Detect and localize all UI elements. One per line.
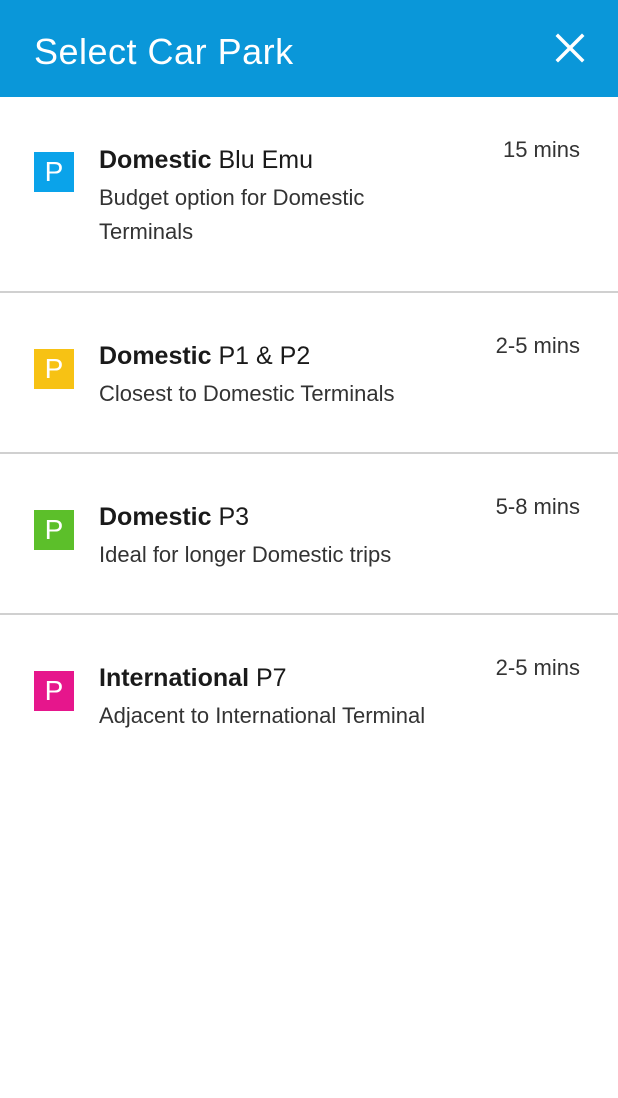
car-park-name-bold: Domestic: [99, 503, 212, 531]
car-park-item-domestic-p1-p2[interactable]: P Domestic P1 & P2 Closest to Domestic T…: [0, 293, 618, 454]
car-park-name: Domestic P3: [99, 502, 249, 532]
parking-icon: P: [34, 152, 74, 192]
car-park-item-international-p7[interactable]: P International P7 Adjacent to Internati…: [0, 615, 618, 805]
close-icon[interactable]: [548, 26, 592, 70]
car-park-name: International P7: [99, 663, 287, 693]
parking-icon-letter: P: [44, 156, 64, 187]
parking-icon: P: [34, 671, 74, 711]
travel-time: 2-5 mins: [495, 655, 580, 680]
close-button[interactable]: [548, 26, 592, 70]
car-park-description: Ideal for longer Domestic trips: [99, 542, 392, 567]
car-park-name-rest: P7: [249, 664, 287, 692]
car-park-name: Domestic Blu Emu: [99, 145, 313, 175]
parking-icon-letter: P: [44, 353, 64, 384]
parking-icon: P: [34, 349, 74, 389]
travel-time: 15 mins: [502, 137, 580, 162]
car-park-item-domestic-p3[interactable]: P Domestic P3 Ideal for longer Domestic …: [0, 454, 618, 615]
parking-icon-letter: P: [44, 514, 64, 545]
parking-icon-letter: P: [44, 675, 64, 706]
page-title: Select Car Park: [34, 31, 294, 72]
car-park-name-rest: P3: [211, 503, 250, 531]
car-park-name-rest: Blu Emu: [211, 146, 313, 174]
car-park-list: P Domestic Blu Emu Budget option for Dom…: [0, 97, 618, 805]
car-park-description: Adjacent to International Terminal: [99, 703, 426, 728]
car-park-name-bold: Domestic: [99, 146, 212, 174]
car-park-item-domestic-blu-emu[interactable]: P Domestic Blu Emu Budget option for Dom…: [0, 97, 618, 293]
car-park-name: Domestic P1 & P2: [99, 341, 310, 371]
car-park-name-bold: International: [99, 664, 250, 692]
car-park-name-bold: Domestic: [99, 342, 212, 370]
car-park-description: Closest to Domestic Terminals: [99, 381, 395, 406]
parking-icon: P: [34, 510, 74, 550]
travel-time: 5-8 mins: [495, 494, 580, 519]
car-park-name-rest: P1 & P2: [211, 342, 311, 370]
travel-time: 2-5 mins: [495, 333, 580, 358]
header-bar: Select Car Park: [0, 0, 618, 97]
car-park-description: Budget option for Domestic Terminals: [99, 185, 365, 244]
